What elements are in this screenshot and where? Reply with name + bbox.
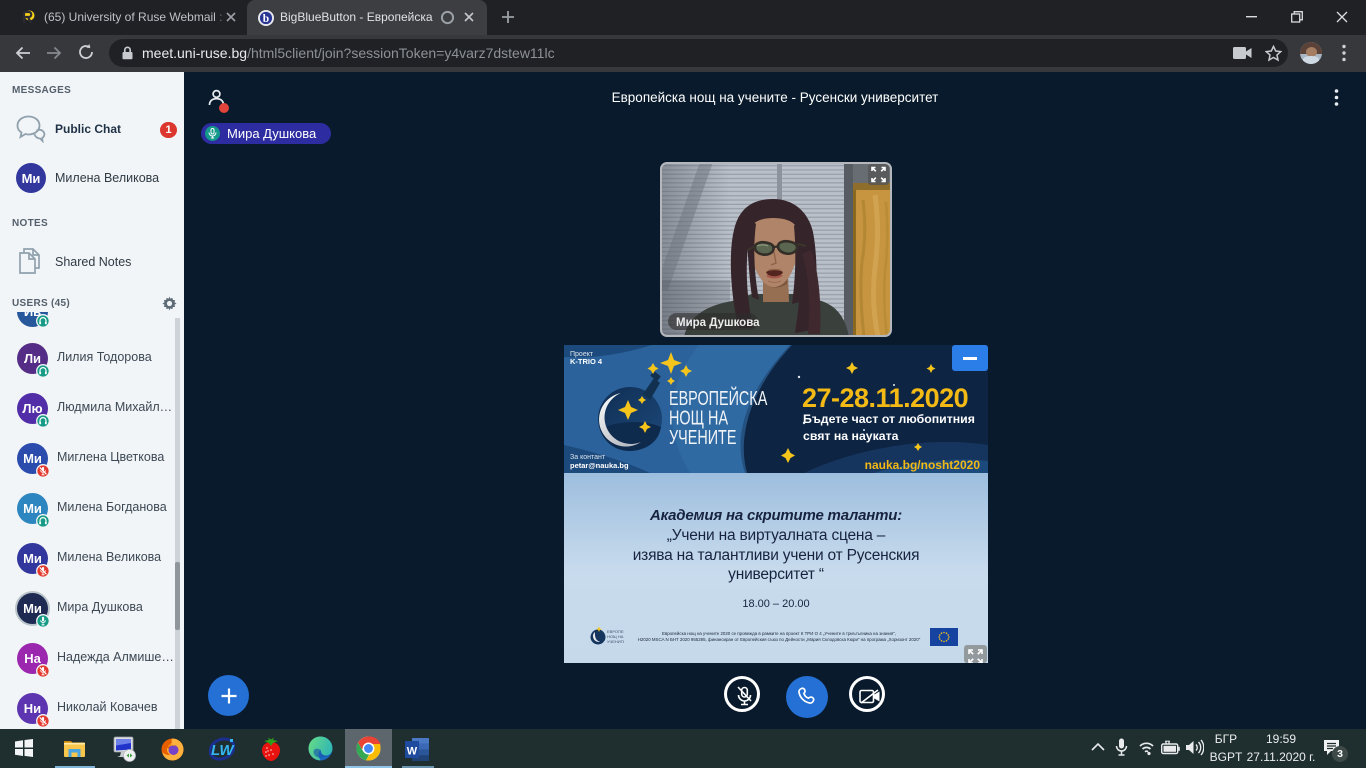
svg-text:За контант: За контант: [570, 454, 606, 461]
svg-text:nauka.bg/nosht2020: nauka.bg/nosht2020: [865, 458, 981, 472]
svg-text:petar@nauka.bg: petar@nauka.bg: [570, 461, 629, 470]
svg-text:27-28.11.2020: 27-28.11.2020: [802, 383, 968, 413]
svg-text:K-TRIO 4: K-TRIO 4: [570, 357, 603, 366]
svg-text:свят на науката: свят на науката: [803, 429, 899, 443]
svg-text:b: b: [263, 13, 269, 25]
svg-text:УЧЕНИТЕ: УЧЕНИТЕ: [607, 639, 624, 644]
svg-text:УЧЕНИТЕ: УЧЕНИТЕ: [669, 426, 736, 449]
svg-text:Бъдете част от любопитния: Бъдете част от любопитния: [803, 412, 975, 426]
svg-text:Мира Душкова: Мира Душкова: [676, 317, 760, 329]
svg-text:W: W: [407, 746, 418, 758]
svg-text:LW: LW: [211, 742, 235, 759]
